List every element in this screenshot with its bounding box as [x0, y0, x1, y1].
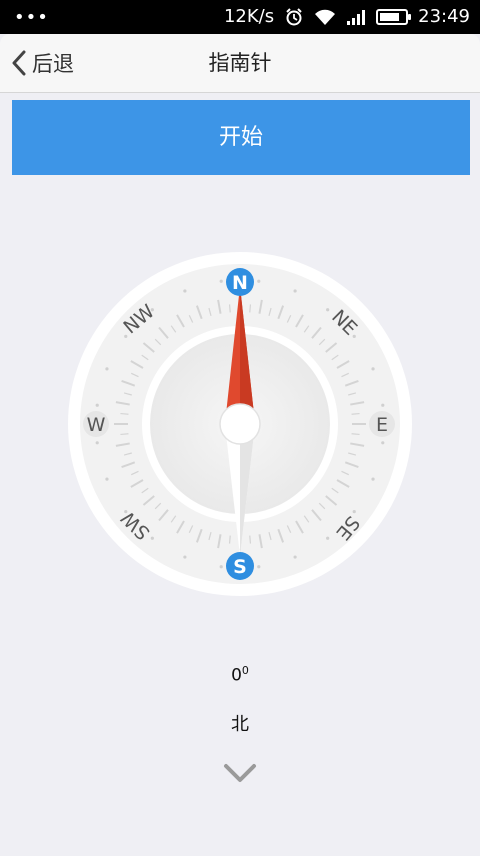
compass-dot	[371, 367, 375, 371]
compass-dot	[293, 289, 297, 293]
compass-dot	[219, 565, 223, 569]
degree-unit: 0	[241, 664, 249, 677]
compass-dot	[352, 334, 356, 338]
compass-tick	[120, 433, 129, 436]
compass-tick	[228, 535, 231, 544]
direction-label: 北	[231, 714, 249, 735]
compass-dot	[124, 334, 128, 338]
compass-tick	[249, 535, 252, 544]
compass-tick	[249, 304, 252, 313]
compass-dot	[95, 403, 99, 407]
compass-dot	[352, 510, 356, 514]
compass-dot	[371, 477, 375, 481]
compass-dot	[293, 555, 297, 559]
compass-tick	[351, 433, 360, 436]
compass-dot	[326, 308, 330, 312]
compass-dot	[257, 565, 261, 569]
label-e: E	[376, 414, 388, 436]
label-w: W	[87, 414, 106, 436]
degree-readout: 00	[0, 664, 480, 686]
degree-value: 0	[231, 665, 242, 686]
compass-dot	[105, 477, 109, 481]
needle-hub	[219, 403, 261, 445]
compass-dot	[150, 536, 154, 540]
label-n: N	[232, 272, 248, 294]
compass-dot	[105, 367, 109, 371]
compass-tick	[228, 304, 231, 313]
compass-dot	[381, 441, 385, 445]
compass-dot	[381, 403, 385, 407]
compass-dot	[257, 279, 261, 283]
compass-tick	[351, 412, 360, 415]
compass-dot	[95, 441, 99, 445]
chevron-down-icon	[224, 764, 256, 782]
compass-dot	[183, 555, 187, 559]
expand-button[interactable]	[222, 762, 258, 790]
compass-dot	[183, 289, 187, 293]
compass-tick	[120, 412, 129, 415]
compass-dot	[219, 279, 223, 283]
label-s: S	[233, 556, 247, 578]
compass: NW NE SW SE W E N S	[68, 252, 412, 596]
compass-dot	[326, 536, 330, 540]
